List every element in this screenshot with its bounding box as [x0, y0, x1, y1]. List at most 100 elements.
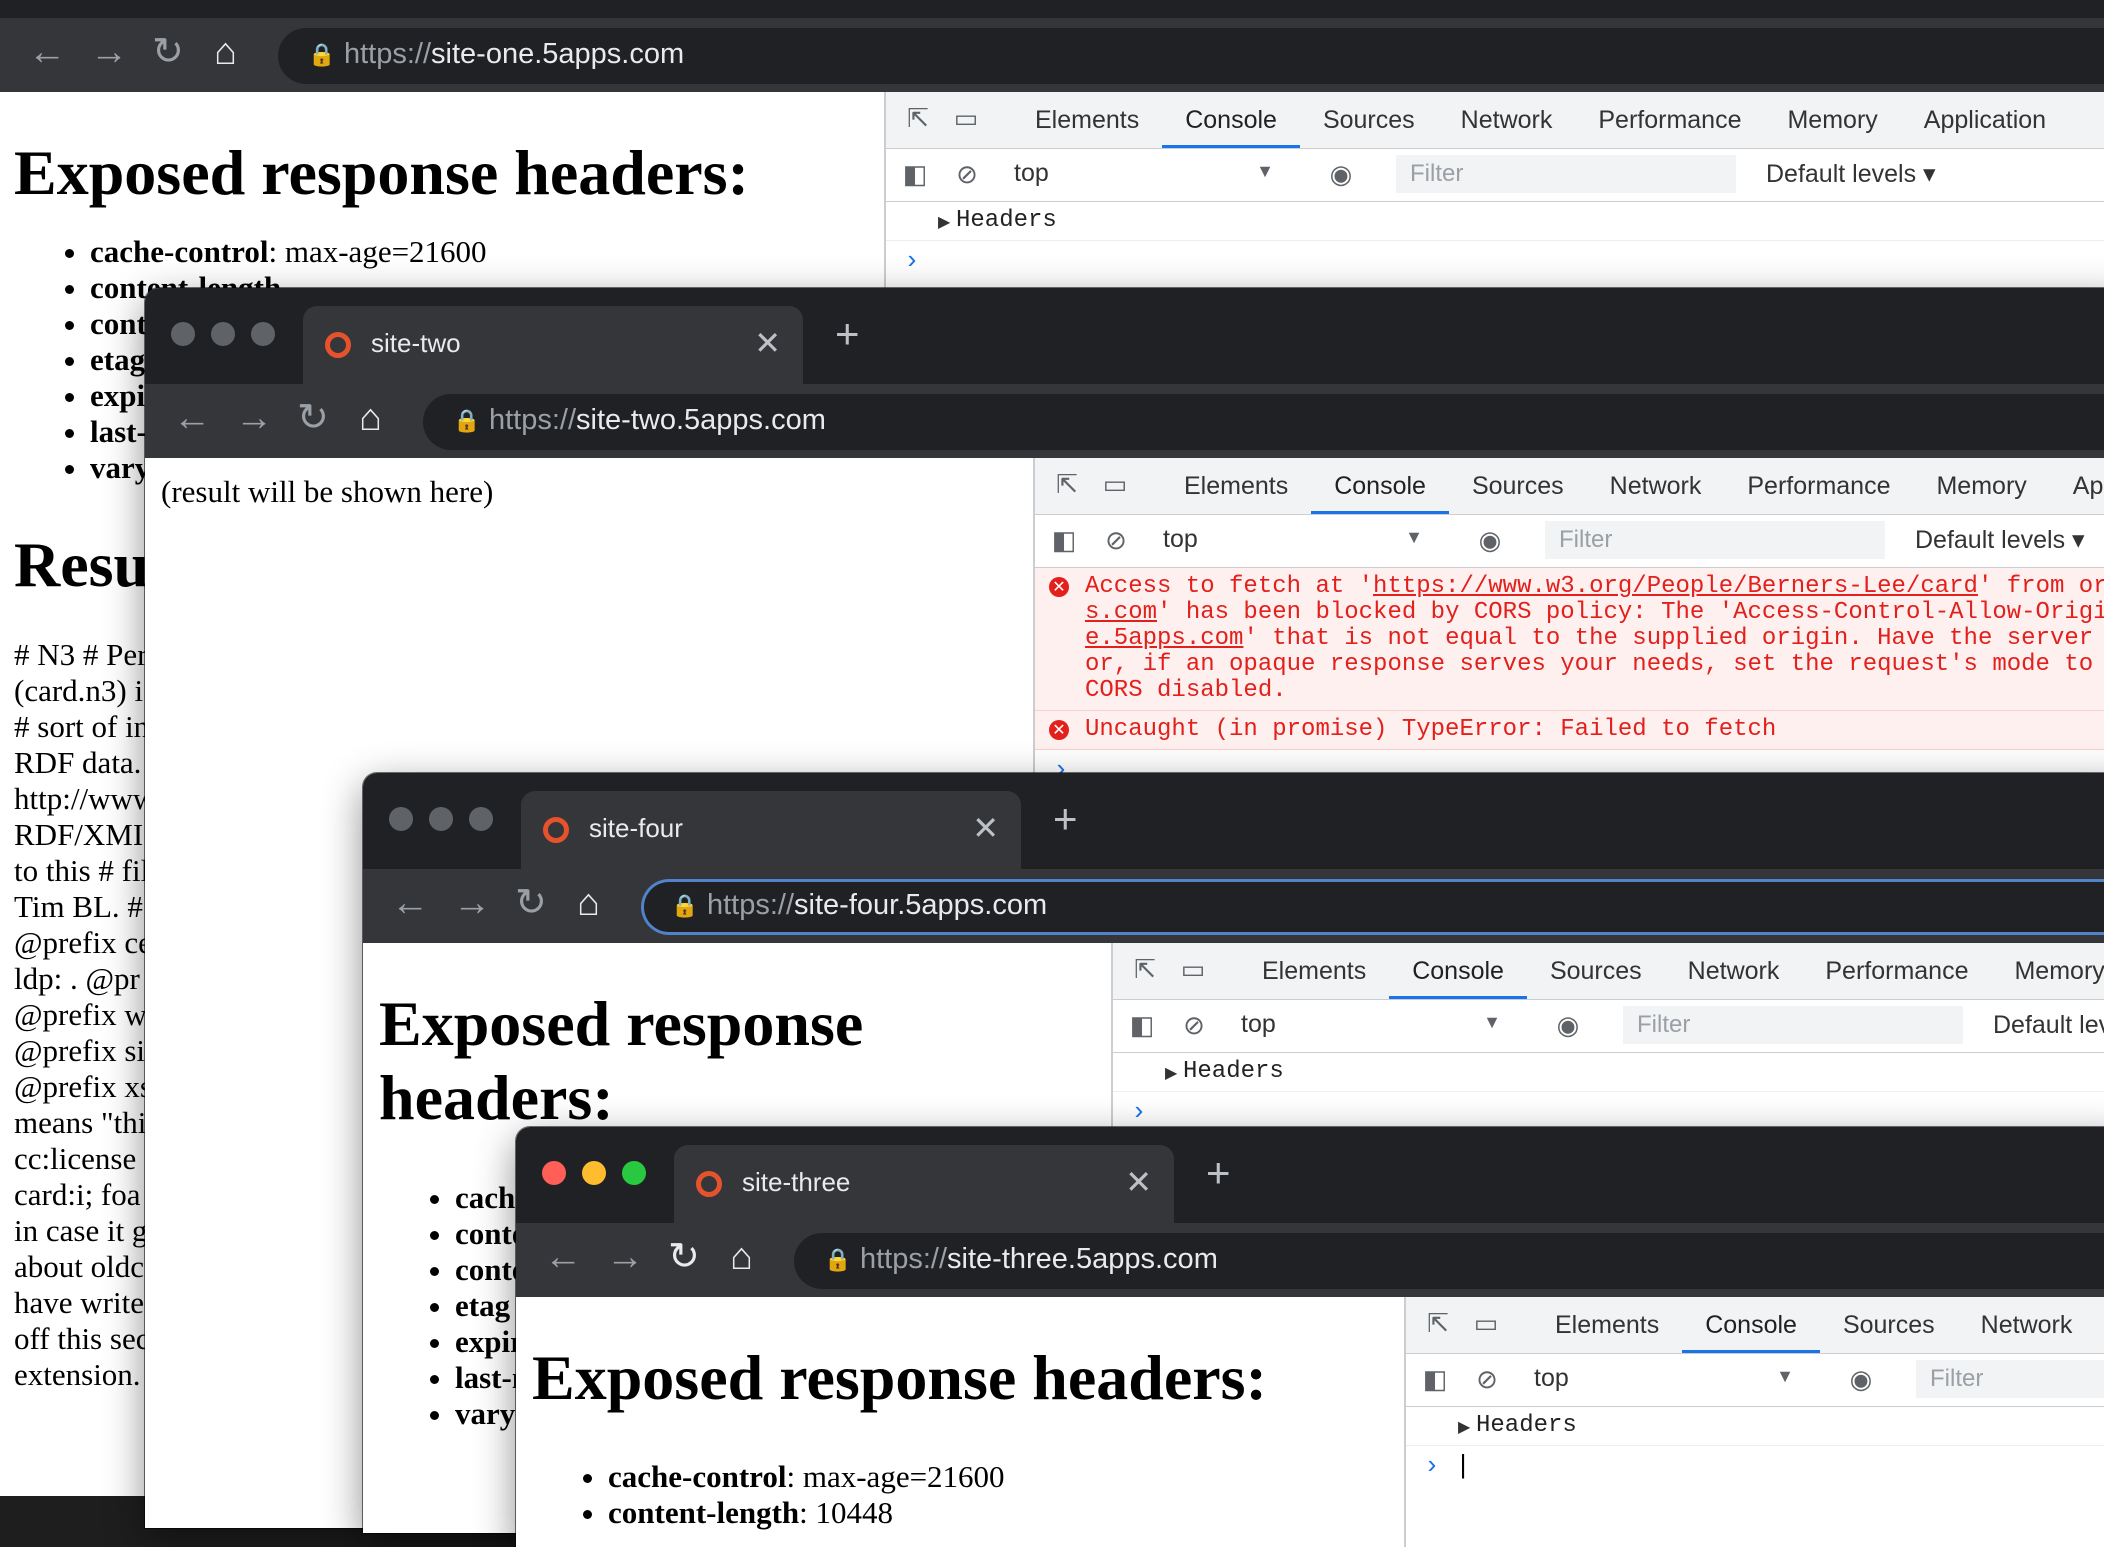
clear-console-icon[interactable]: ⊘ [1472, 1364, 1502, 1394]
origin-link[interactable]: s.com [1085, 599, 1157, 626]
device-toggle-icon[interactable]: ▭ [1472, 1309, 1500, 1337]
address-bar[interactable]: 🔒 https://site-one.5apps.com [278, 28, 2104, 84]
error-link[interactable]: https://www.w3.org/People/Berners-Lee/ca… [1373, 573, 1978, 600]
tab-elements[interactable]: Elements [1161, 458, 1311, 514]
zoom-window-icon[interactable] [469, 807, 493, 831]
filter-input[interactable]: Filter [1545, 521, 1885, 559]
close-window-icon[interactable] [542, 1161, 566, 1185]
tab-application[interactable]: Application [2050, 458, 2104, 514]
console-prompt[interactable]: › | [1406, 1446, 2104, 1486]
filter-input[interactable]: Filter [1396, 155, 1736, 193]
tab-performance[interactable]: Performance [1802, 943, 1991, 999]
origin-link[interactable]: e.5apps.com [1085, 625, 1243, 652]
tab-console[interactable]: Console [1389, 943, 1527, 999]
console-prompt[interactable]: › [1113, 1092, 2104, 1132]
tab-site-four[interactable]: site-four ✕ [521, 791, 1021, 869]
tab-memory[interactable]: Memory [1991, 943, 2104, 999]
tab-performance[interactable]: Performance [1724, 458, 1913, 514]
context-select[interactable]: top ▼ [1534, 1364, 1804, 1393]
address-bar[interactable]: 🔒 https://site-four.5apps.com [641, 879, 2104, 935]
reload-icon[interactable]: ↻ [297, 398, 329, 438]
home-icon[interactable]: ⌂ [730, 1237, 753, 1277]
tab-sources[interactable]: Sources [1527, 943, 1665, 999]
device-toggle-icon[interactable]: ▭ [1101, 470, 1129, 498]
back-icon[interactable]: ← [544, 1237, 582, 1277]
inspect-icon[interactable]: ⇱ [1424, 1309, 1452, 1337]
expand-triangle-icon[interactable]: ▶ [1458, 1415, 1470, 1441]
home-icon[interactable]: ⌂ [214, 32, 237, 72]
context-select[interactable]: top ▼ [1163, 525, 1433, 554]
clear-console-icon[interactable]: ⊘ [1179, 1010, 1209, 1040]
minimize-window-icon[interactable] [582, 1161, 606, 1185]
tab-network[interactable]: Network [1587, 458, 1725, 514]
eye-icon[interactable]: ◉ [1475, 525, 1505, 555]
tab-application[interactable]: Application [1901, 92, 2069, 148]
inspect-icon[interactable]: ⇱ [1131, 955, 1159, 983]
tab-network[interactable]: Network [1665, 943, 1803, 999]
inspect-icon[interactable]: ⇱ [904, 104, 932, 132]
home-icon[interactable]: ⌂ [577, 883, 600, 923]
console-error[interactable]: ✕ Uncaught (in promise) TypeError: Faile… [1035, 711, 2104, 750]
tab-site-three[interactable]: site-three ✕ [674, 1145, 1174, 1223]
device-toggle-icon[interactable]: ▭ [952, 104, 980, 132]
tab-elements[interactable]: Elements [1532, 1297, 1682, 1353]
levels-select[interactable]: Default levels ▾ [1766, 159, 1936, 189]
close-tab-icon[interactable]: ✕ [972, 809, 999, 847]
console-error[interactable]: ✕ Access to fetch at 'https://www.w3.org… [1035, 568, 2104, 711]
tab-memory[interactable]: Memory [1913, 458, 2049, 514]
tab-elements[interactable]: Elements [1239, 943, 1389, 999]
tab-sources[interactable]: Sources [1449, 458, 1587, 514]
filter-input[interactable]: Filter [1623, 1006, 1963, 1044]
address-bar[interactable]: 🔒 https://site-two.5apps.com [423, 394, 2104, 450]
console-prompt[interactable]: › [886, 241, 2104, 281]
close-tab-icon[interactable]: ✕ [1125, 1163, 1152, 1201]
back-icon[interactable]: ← [28, 32, 66, 72]
console-message[interactable]: ▶ Headers [886, 202, 2104, 241]
device-toggle-icon[interactable]: ▭ [1179, 955, 1207, 983]
new-tab-icon[interactable]: + [835, 313, 860, 355]
address-bar[interactable]: 🔒 https://site-three.5apps.com [794, 1233, 2104, 1289]
tab-console[interactable]: Console [1162, 92, 1300, 148]
close-tab-icon[interactable]: ✕ [754, 324, 781, 362]
expand-triangle-icon[interactable]: ▶ [938, 210, 950, 236]
forward-icon[interactable]: → [235, 398, 273, 438]
inspect-icon[interactable]: ⇱ [1053, 470, 1081, 498]
tab-performance[interactable]: Performance [1575, 92, 1764, 148]
tab-site-two[interactable]: site-two ✕ [303, 306, 803, 384]
reload-icon[interactable]: ↻ [668, 1237, 700, 1277]
context-select[interactable]: top ▼ [1241, 1010, 1511, 1039]
reload-icon[interactable]: ↻ [515, 883, 547, 923]
clear-console-icon[interactable]: ⊘ [952, 159, 982, 189]
levels-select[interactable]: Default levels ▾ [1915, 525, 2085, 555]
sidebar-toggle-icon[interactable]: ◧ [1127, 1010, 1157, 1040]
context-select[interactable]: top ▼ [1014, 159, 1284, 188]
forward-icon[interactable]: → [453, 883, 491, 923]
eye-icon[interactable]: ◉ [1553, 1010, 1583, 1040]
sidebar-toggle-icon[interactable]: ◧ [1420, 1364, 1450, 1394]
expand-triangle-icon[interactable]: ▶ [1165, 1061, 1177, 1087]
eye-icon[interactable]: ◉ [1326, 159, 1356, 189]
console-message[interactable]: ▶ Headers [1113, 1053, 2104, 1092]
tab-memory[interactable]: Memory [1764, 92, 1900, 148]
close-window-icon[interactable] [389, 807, 413, 831]
tab-sources[interactable]: Sources [1820, 1297, 1958, 1353]
forward-icon[interactable]: → [90, 32, 128, 72]
eye-icon[interactable]: ◉ [1846, 1364, 1876, 1394]
close-window-icon[interactable] [171, 322, 195, 346]
tab-sources[interactable]: Sources [1300, 92, 1438, 148]
zoom-window-icon[interactable] [622, 1161, 646, 1185]
sidebar-toggle-icon[interactable]: ◧ [900, 159, 930, 189]
home-icon[interactable]: ⌂ [359, 398, 382, 438]
back-icon[interactable]: ← [391, 883, 429, 923]
tab-console[interactable]: Console [1311, 458, 1449, 514]
tab-network[interactable]: Network [1438, 92, 1576, 148]
zoom-window-icon[interactable] [251, 322, 275, 346]
minimize-window-icon[interactable] [429, 807, 453, 831]
console-message[interactable]: ▶ Headers [1406, 1407, 2104, 1446]
minimize-window-icon[interactable] [211, 322, 235, 346]
sidebar-toggle-icon[interactable]: ◧ [1049, 525, 1079, 555]
forward-icon[interactable]: → [606, 1237, 644, 1277]
filter-input[interactable]: Filter [1916, 1360, 2104, 1398]
new-tab-icon[interactable]: + [1053, 798, 1078, 840]
back-icon[interactable]: ← [173, 398, 211, 438]
